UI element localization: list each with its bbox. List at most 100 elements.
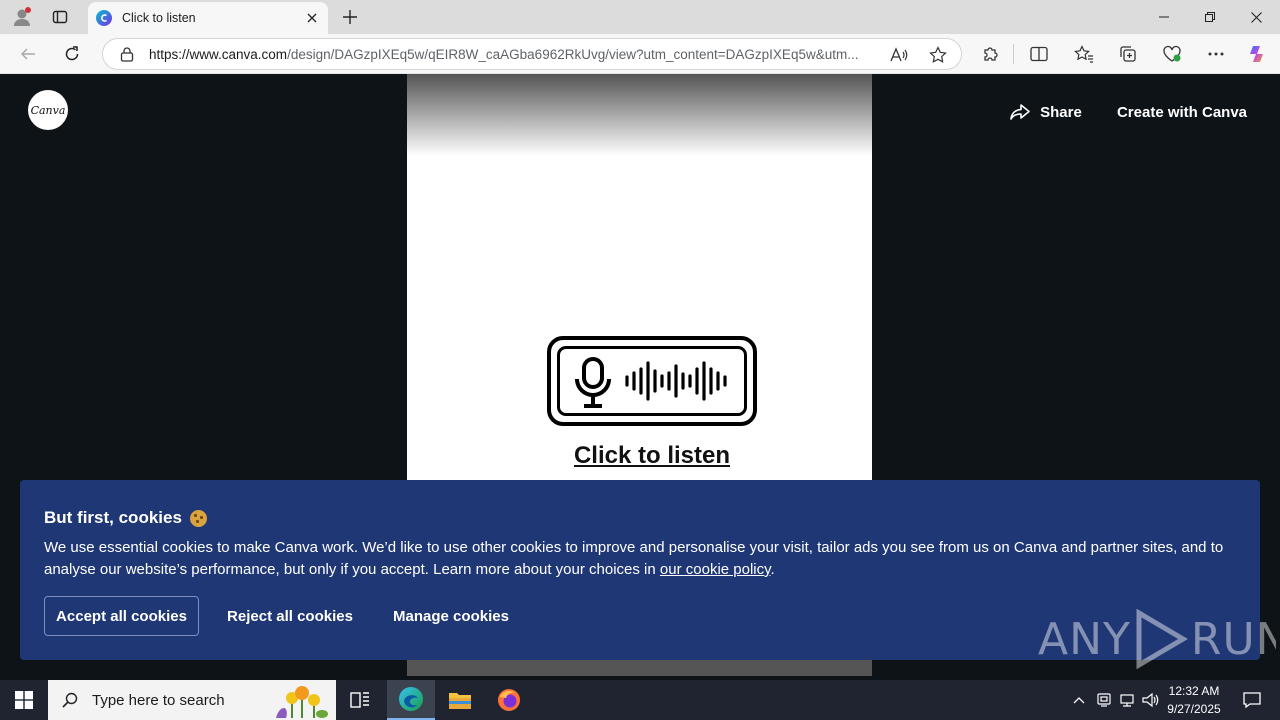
read-aloud-button[interactable]	[888, 44, 910, 66]
lock-icon	[120, 46, 134, 62]
taskbar-search-box[interactable]: Type here to search	[48, 680, 336, 720]
speaker-icon	[1142, 692, 1159, 708]
share-arrow-icon	[1010, 104, 1030, 120]
taskbar-clock[interactable]: 12:32 AM 9/27/2025	[1164, 682, 1224, 718]
audio-graphic-inner	[557, 346, 747, 416]
cookie-consent-banner: But first, cookies We use essential cook…	[20, 480, 1276, 669]
window-minimize-button[interactable]	[1141, 0, 1187, 34]
read-aloud-icon	[890, 47, 908, 62]
close-icon	[1250, 11, 1262, 23]
notification-icon	[1243, 692, 1261, 709]
share-button[interactable]: Share	[998, 92, 1094, 132]
taskbar-edge-button[interactable]	[387, 680, 435, 720]
window-restore-button[interactable]	[1187, 0, 1233, 34]
star-icon	[929, 46, 947, 63]
new-tab-button[interactable]	[336, 4, 364, 30]
tab-actions-icon	[52, 10, 68, 24]
profile-button[interactable]	[8, 4, 36, 30]
split-screen-button[interactable]	[1025, 40, 1053, 68]
collections-icon	[1120, 46, 1136, 62]
sound-wave-icon	[625, 361, 727, 401]
firefox-icon	[498, 689, 520, 711]
address-bar[interactable]: https://www.canva.com/design/DAGzpIXEq5w…	[102, 38, 962, 70]
device-icon	[1097, 693, 1111, 707]
copilot-button[interactable]	[1244, 40, 1272, 68]
browser-essentials-button[interactable]	[1158, 40, 1186, 68]
minimize-icon	[1159, 16, 1169, 18]
window-close-button[interactable]	[1233, 0, 1279, 34]
cookie-policy-link[interactable]: our cookie policy	[660, 561, 771, 578]
click-to-listen-link[interactable]: Click to listen	[407, 442, 872, 470]
canva-favicon-icon	[96, 10, 112, 26]
canva-logo[interactable]: Canva	[28, 90, 68, 130]
cookie-body-text: We use essential cookies to make Canva w…	[44, 539, 1224, 578]
tab-strip: Click to listen	[0, 0, 1280, 34]
network-icon	[1120, 694, 1134, 707]
tab-close-button[interactable]	[300, 6, 324, 30]
search-highlight-flowers-icon	[276, 686, 328, 718]
restore-icon	[1205, 12, 1215, 22]
play-triangle-icon	[1136, 609, 1188, 669]
share-label: Share	[1040, 103, 1082, 121]
anyrun-watermark: ANY RUN	[1038, 608, 1276, 670]
notification-center-button[interactable]	[1232, 680, 1272, 720]
more-horizontal-icon	[1208, 52, 1224, 56]
taskbar-file-explorer-button[interactable]	[436, 680, 484, 720]
back-button[interactable]	[13, 39, 43, 69]
cookie-banner-text: We use essential cookies to make Canva w…	[44, 537, 1234, 581]
profile-icon	[14, 7, 31, 26]
cookie-icon	[189, 509, 207, 527]
tray-network-button[interactable]	[1116, 680, 1138, 720]
clock-time: 12:32 AM	[1168, 684, 1220, 698]
settings-more-button[interactable]	[1202, 40, 1230, 68]
taskbar-firefox-button[interactable]	[485, 680, 533, 720]
favorites-star-icon	[1074, 45, 1093, 63]
audio-graphic[interactable]	[547, 336, 757, 426]
tab-actions-button[interactable]	[46, 4, 74, 30]
chevron-up-icon	[1073, 697, 1085, 704]
logo-text: Canva	[30, 103, 66, 117]
task-view-button[interactable]	[336, 680, 384, 720]
create-with-canva-button[interactable]: Create with Canva	[1104, 92, 1260, 132]
watermark-right: RUN	[1190, 613, 1276, 665]
accept-all-cookies-button[interactable]: Accept all cookies	[44, 596, 199, 636]
windows-logo-icon	[15, 691, 33, 709]
heart-pulse-icon	[1163, 45, 1181, 62]
puzzle-icon	[984, 47, 998, 61]
split-screen-icon	[1030, 46, 1048, 62]
folder-icon	[449, 693, 471, 709]
microphone-icon	[575, 357, 611, 408]
url-text[interactable]: https://www.canva.com/design/DAGzpIXEq5w…	[149, 47, 874, 62]
add-favorite-button[interactable]	[927, 44, 949, 66]
cookie-banner-title: But first, cookies	[44, 508, 207, 528]
show-hidden-icons-button[interactable]	[1068, 680, 1090, 720]
edge-browser-icon	[399, 687, 423, 711]
tray-device-button[interactable]	[1093, 680, 1115, 720]
manage-cookies-button[interactable]: Manage cookies	[381, 596, 521, 636]
clock-date: 9/27/2025	[1167, 702, 1221, 716]
document-bottom-strip	[407, 660, 872, 676]
canva-viewer-page: Canva Click to listen Share Create with …	[4, 74, 1276, 676]
windows-taskbar: Type here to search 12:32 AM 9/27/2025	[0, 680, 1280, 720]
tab-title: Click to listen	[122, 11, 196, 25]
extensions-button[interactable]	[977, 40, 1005, 68]
reject-all-cookies-button[interactable]: Reject all cookies	[215, 596, 365, 636]
document-top-fade	[407, 74, 872, 156]
start-button[interactable]	[0, 680, 48, 720]
cookie-title-text: But first, cookies	[44, 508, 182, 527]
cookie-body-end: .	[770, 561, 775, 578]
reload-button[interactable]	[57, 39, 87, 69]
collections-button[interactable]	[1114, 40, 1142, 68]
navigation-bar: https://www.canva.com/design/DAGzpIXEq5w…	[0, 34, 1280, 74]
favorites-button[interactable]	[1070, 40, 1098, 68]
task-view-icon	[350, 692, 369, 708]
tray-volume-button[interactable]	[1140, 680, 1162, 720]
search-placeholder: Type here to search	[92, 691, 225, 709]
reload-icon	[65, 46, 79, 61]
arrow-left-icon	[20, 48, 35, 60]
toolbar-divider	[1013, 44, 1014, 64]
site-info-button[interactable]	[117, 46, 137, 62]
plus-icon	[343, 10, 357, 24]
close-icon	[307, 13, 317, 23]
browser-tab-active[interactable]: Click to listen	[88, 2, 328, 34]
